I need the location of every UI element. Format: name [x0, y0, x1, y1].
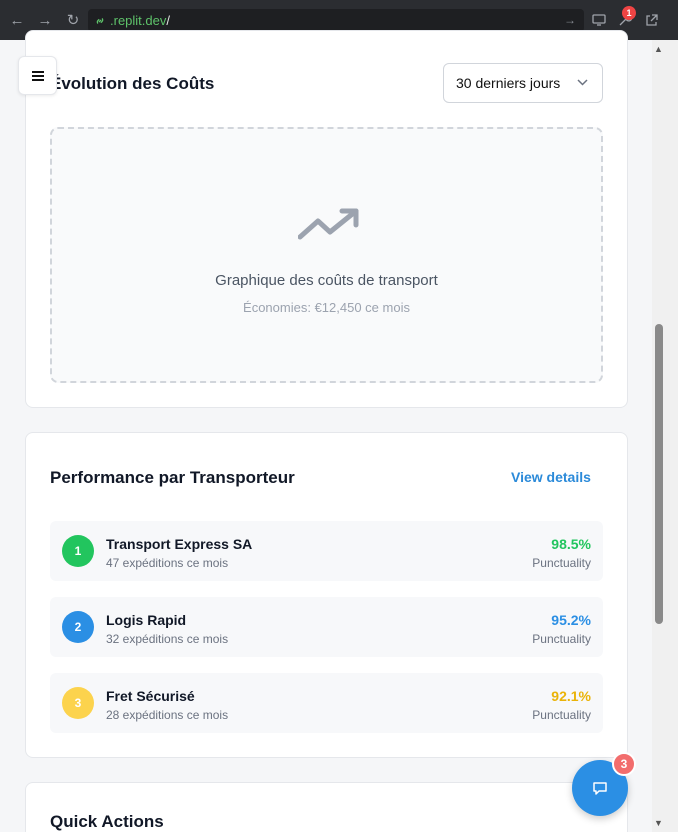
hamburger-menu-icon: [31, 69, 44, 83]
carrier-shipments: 47 expéditions ce mois: [106, 556, 229, 570]
forward-arrow-icon[interactable]: →: [34, 9, 56, 31]
carrier-shipments: 28 expéditions ce mois: [106, 708, 229, 722]
carrier-name: Logis Rapid: [106, 612, 187, 628]
chart-placeholder-title: Graphique des coûts de transport: [215, 272, 438, 289]
carrier-row[interactable]: 1 Transport Express SA 47 expéditions ce…: [50, 521, 603, 581]
carrier-percent: 92.1%: [551, 688, 591, 704]
external-link-icon[interactable]: [642, 11, 660, 29]
carrier-name: Transport Express SA: [106, 536, 253, 552]
link-icon: [96, 17, 104, 24]
chart-placeholder-subtitle: Économies: €12,450 ce mois: [243, 300, 410, 315]
carrier-shipments: 32 expéditions ce mois: [106, 632, 229, 646]
carrier-metric: Punctuality: [532, 556, 591, 570]
chevron-down-icon: [577, 75, 588, 89]
period-select-value: 30 derniers jours: [456, 75, 561, 91]
scroll-down-icon[interactable]: ▼: [654, 818, 664, 828]
menu-button[interactable]: [18, 56, 57, 95]
chart-placeholder: Graphique des coûts de transport Économi…: [50, 127, 603, 383]
carrier-metric: Punctuality: [532, 632, 591, 646]
reload-icon[interactable]: ↻: [62, 9, 84, 31]
carrier-row[interactable]: 2 Logis Rapid 32 expéditions ce mois 95.…: [50, 597, 603, 657]
carrier-row[interactable]: 3 Fret Sécurisé 28 expéditions ce mois 9…: [50, 673, 603, 733]
carrier-metric: Punctuality: [532, 708, 591, 722]
url-text: .replit.dev/: [110, 13, 170, 28]
rank-badge: 3: [62, 687, 94, 719]
notification-badge: 1: [622, 6, 636, 20]
chat-badge: 3: [612, 752, 636, 776]
rank-badge: 2: [62, 611, 94, 643]
carrier-name: Fret Sécurisé: [106, 688, 195, 704]
go-arrow-icon[interactable]: →: [564, 13, 576, 27]
period-select[interactable]: 30 derniers jours: [443, 63, 603, 103]
scrollbar-thumb[interactable]: [655, 324, 663, 624]
back-arrow-icon[interactable]: ←: [6, 9, 28, 31]
address-bar[interactable]: .replit.dev/ →: [88, 9, 584, 32]
performance-card-title: Performance par Transporteur: [50, 468, 295, 487]
view-details-link[interactable]: View details: [511, 469, 591, 485]
rank-badge: 1: [62, 535, 94, 567]
trending-up-icon: [298, 208, 359, 240]
carrier-percent: 98.5%: [551, 536, 591, 552]
monitor-icon[interactable]: [590, 11, 608, 29]
chat-icon: [593, 782, 607, 795]
costs-card-title: Évolution des Coûts: [50, 74, 215, 93]
quick-actions-title: Quick Actions: [50, 812, 164, 831]
carrier-percent: 95.2%: [551, 612, 591, 628]
scroll-up-icon[interactable]: ▲: [654, 44, 664, 54]
